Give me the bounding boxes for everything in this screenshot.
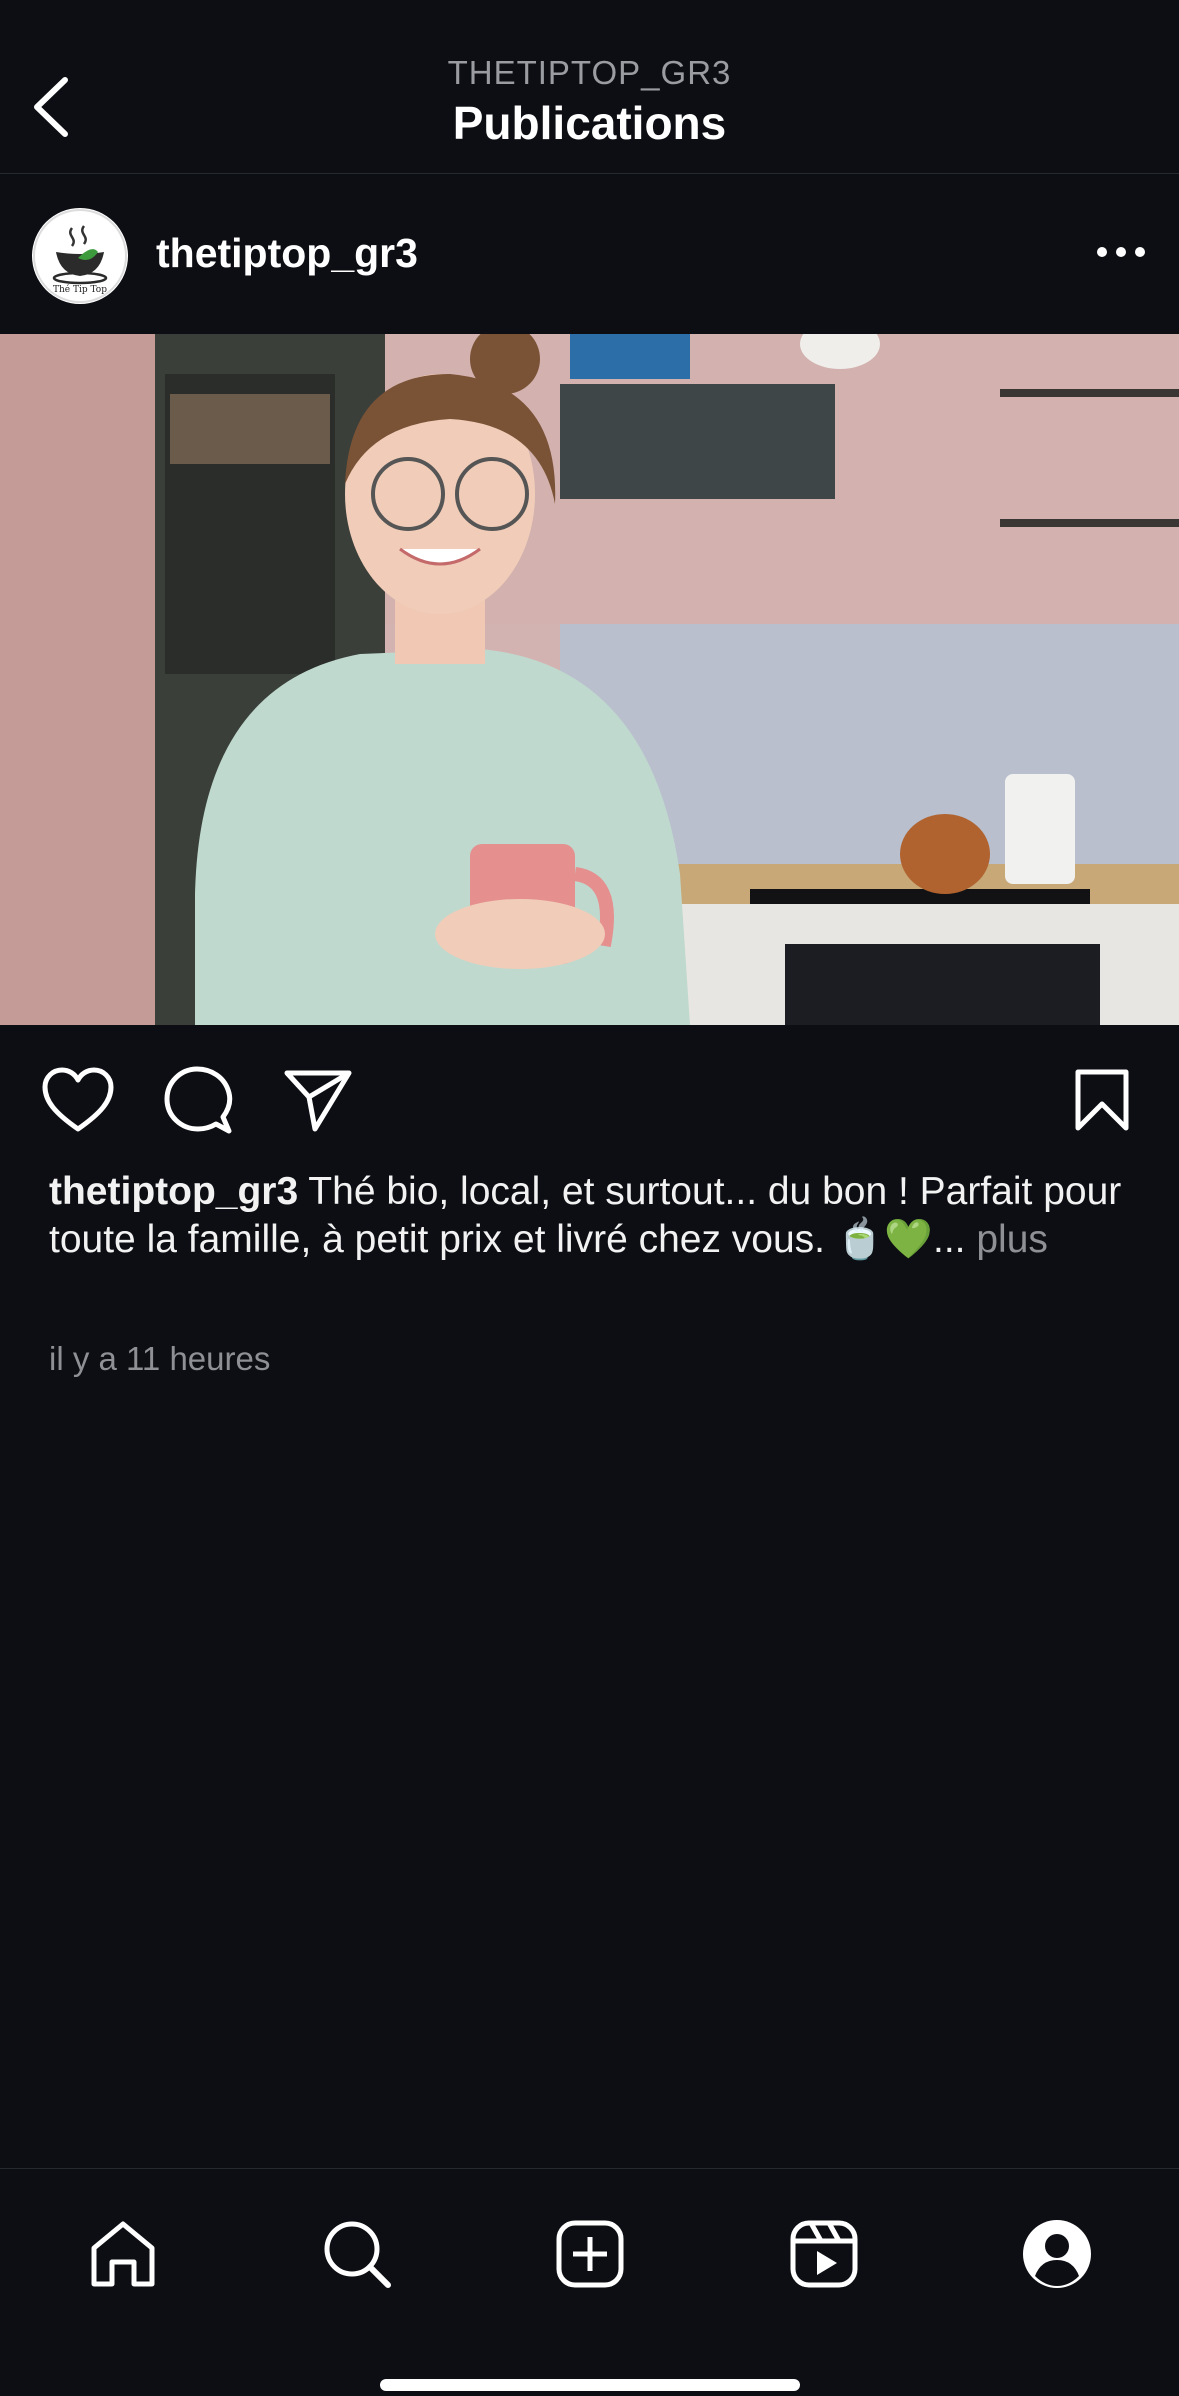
post-photo [0, 334, 1179, 1025]
home-indicator[interactable] [380, 2379, 800, 2391]
more-horizontal-icon [1097, 247, 1145, 257]
save-button[interactable] [1062, 1060, 1142, 1140]
svg-text:Thé Tip Top: Thé Tip Top [53, 284, 107, 295]
search-icon [324, 2221, 391, 2288]
post-caption: thetiptop_gr3 Thé bio, local, et surtout… [49, 1168, 1139, 1264]
page-title: Publications [452, 97, 727, 149]
caption-ellipsis: ... [932, 1218, 966, 1261]
reels-icon [790, 2220, 858, 2288]
caption-username[interactable]: thetiptop_gr3 [49, 1170, 298, 1213]
nav-create[interactable] [545, 2209, 635, 2299]
like-button[interactable] [38, 1060, 118, 1140]
nav-profile[interactable] [1012, 2209, 1102, 2299]
tea-cup-logo: Thé Tip Top [33, 209, 127, 303]
account-name: THETIPTOP_GR3 [447, 54, 732, 91]
header-titles: THETIPTOP_GR3 Publications [0, 52, 1179, 150]
post-header: Thé Tip Top thetiptop_gr3 [0, 174, 1179, 334]
create-post-icon [556, 2220, 624, 2288]
bottom-nav [0, 2168, 1179, 2396]
post-actions [0, 1060, 1179, 1140]
comment-icon [164, 1066, 233, 1134]
comment-button[interactable] [158, 1060, 238, 1140]
post-image[interactable] [0, 334, 1179, 1025]
home-icon [91, 2221, 155, 2287]
nav-reels[interactable] [779, 2209, 869, 2299]
more-options-button[interactable] [1091, 232, 1151, 272]
post-username[interactable]: thetiptop_gr3 [156, 230, 418, 277]
post-timestamp: il y a 11 heures [49, 1340, 271, 1377]
avatar[interactable]: Thé Tip Top [32, 208, 128, 304]
nav-search[interactable] [312, 2209, 402, 2299]
send-icon [284, 1070, 352, 1132]
profile-icon [1023, 2220, 1091, 2288]
share-button[interactable] [278, 1060, 358, 1140]
top-bar: THETIPTOP_GR3 Publications [0, 0, 1179, 174]
bookmark-icon [1075, 1069, 1129, 1131]
heart-icon [42, 1067, 114, 1132]
caption-more-link[interactable]: plus [966, 1218, 1048, 1261]
nav-home[interactable] [78, 2209, 168, 2299]
